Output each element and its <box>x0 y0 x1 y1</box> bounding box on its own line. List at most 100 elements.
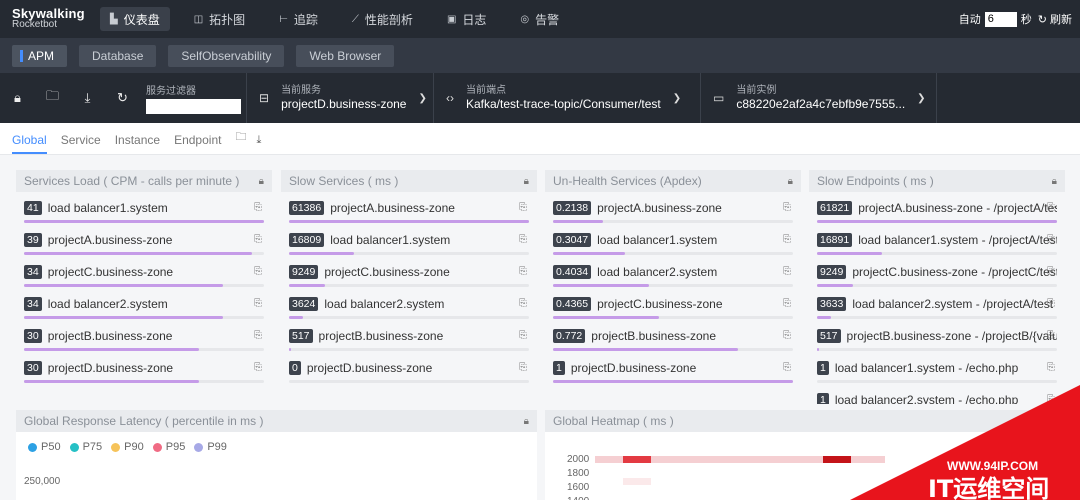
value-badge: 0.4034 <box>553 265 592 279</box>
service-selector[interactable]: ⊟ 当前服务 projectD.business-zone ❯ <box>246 73 433 123</box>
copy-icon[interactable]: ⎘ <box>254 298 262 309</box>
copy-icon[interactable]: ⎘ <box>783 266 791 277</box>
copy-icon[interactable]: ⎘ <box>519 362 527 373</box>
legend-dot-icon <box>152 442 162 452</box>
nav-label: 日志 <box>462 12 487 27</box>
chart-legend: P50 P75 P90 P95 P99 <box>16 432 537 453</box>
progress-fill <box>24 284 224 287</box>
copy-icon[interactable]: ⎘ <box>783 298 791 309</box>
refresh-interval-input[interactable] <box>984 11 1017 27</box>
nav-item-1[interactable]: ◫ 拓扑图 <box>184 7 255 31</box>
layer-tab-selfobservability[interactable]: SelfObservability <box>168 44 285 67</box>
lock-icon[interactable]: 🔒︎ <box>0 90 35 106</box>
lock-icon[interactable]: 🔒︎ <box>259 176 264 187</box>
layer-tab-apm[interactable]: APM <box>12 44 68 67</box>
tab-endpoint[interactable]: Endpoint <box>174 133 221 154</box>
folder-icon[interactable]: 🗀 <box>35 87 70 109</box>
card-title: Services Load ( CPM - calls per minute ) <box>24 174 240 188</box>
instance-selector[interactable]: ▭ 当前实例 c88220e2af2a4c7ebfb9e7555... ❯ <box>700 73 937 123</box>
copy-icon[interactable]: ⎘ <box>783 202 791 213</box>
card-title: Un-Health Services (Apdex) <box>553 174 702 188</box>
reload-icon[interactable]: ↻ <box>105 90 140 106</box>
list-item: 61821 projectA.business-zone - /projectA/… <box>817 198 1057 230</box>
item-name: projectD.business-zone <box>570 361 697 375</box>
copy-icon[interactable]: ⎘ <box>254 234 262 245</box>
layer-tab-database[interactable]: Database <box>79 44 157 67</box>
copy-icon[interactable]: ⎘ <box>254 202 262 213</box>
card-header: Slow Services ( ms ) 🔒︎ <box>281 170 537 192</box>
legend-item[interactable]: P50 <box>28 441 61 453</box>
copy-icon[interactable]: ⎘ <box>1047 362 1055 373</box>
watermark-text: IT运维空间 <box>928 475 1049 500</box>
copy-icon[interactable]: ⎘ <box>1047 202 1055 213</box>
copy-icon[interactable]: ⎘ <box>783 362 791 373</box>
copy-icon[interactable]: ⎘ <box>783 330 791 341</box>
download-icon[interactable]: ⤓ <box>256 134 261 154</box>
layer-tabs: APM Database SelfObservability Web Brows… <box>0 38 1080 73</box>
progress-track <box>553 380 793 383</box>
legend-item[interactable]: P95 <box>152 441 185 453</box>
service-filter-input[interactable] <box>146 99 241 114</box>
list-item: 30 projectD.business-zone ⎘ <box>24 358 264 390</box>
nav-item-3[interactable]: ⟋ 性能剖析 <box>342 7 423 31</box>
item-name: projectD.business-zone <box>47 361 174 375</box>
endpoint-selector[interactable]: ‹› 当前端点 Kafka/test-trace-topic/Consumer/… <box>433 73 700 123</box>
folder-icon[interactable]: 🗀 <box>235 128 246 154</box>
nav-item-2[interactable]: ⊢ 追踪 <box>269 7 328 31</box>
value-badge: 1 <box>553 361 565 375</box>
copy-icon[interactable]: ⎘ <box>254 266 262 277</box>
lock-icon[interactable]: 🔒︎ <box>1052 176 1057 187</box>
progress-track <box>289 220 529 223</box>
layer-tab-label: SelfObservability <box>181 48 272 63</box>
legend-item[interactable]: P90 <box>111 441 144 453</box>
progress-fill <box>817 348 820 351</box>
copy-icon[interactable]: ⎘ <box>519 266 527 277</box>
layer-tab-web-browser[interactable]: Web Browser <box>296 44 395 67</box>
copy-icon[interactable]: ⎘ <box>783 234 791 245</box>
list-item: 41 load balancer1.system ⎘ <box>24 198 264 230</box>
refresh-button[interactable]: ↻ 刷新 <box>1038 11 1072 27</box>
copy-icon[interactable]: ⎘ <box>519 202 527 213</box>
progress-track <box>289 252 529 255</box>
copy-icon[interactable]: ⎘ <box>254 330 262 341</box>
progress-track <box>553 348 793 351</box>
list-item: 39 projectA.business-zone ⎘ <box>24 230 264 262</box>
copy-icon[interactable]: ⎘ <box>519 298 527 309</box>
nav-item-4[interactable]: ▣ 日志 <box>437 7 496 31</box>
copy-icon[interactable]: ⎘ <box>1047 330 1055 341</box>
copy-icon[interactable]: ⎘ <box>1047 234 1055 245</box>
legend-dot-icon <box>111 442 121 452</box>
nav-item-0[interactable]: ▙ 仪表盘 <box>100 7 170 31</box>
dashboard-tabs: Global Service Instance Endpoint 🗀 ⤓ <box>0 123 1080 155</box>
copy-icon[interactable]: ⎘ <box>1047 298 1055 309</box>
progress-fill <box>817 252 882 255</box>
tab-service[interactable]: Service <box>61 133 101 154</box>
nav-item-5[interactable]: ◎ 告警 <box>510 7 569 31</box>
progress-fill <box>553 348 738 351</box>
value-badge: 3624 <box>289 297 319 311</box>
copy-icon[interactable]: ⎘ <box>519 234 527 245</box>
metric-card: Slow Endpoints ( ms ) 🔒︎ 61821 projectA.bus… <box>809 170 1065 404</box>
lock-icon[interactable]: 🔒︎ <box>524 416 529 427</box>
value-badge: 30 <box>24 361 42 375</box>
progress-track <box>817 220 1057 223</box>
refresh-label: 刷新 <box>1050 14 1072 26</box>
item-name: load balancer2.system <box>597 265 718 279</box>
value-badge: 0.772 <box>553 329 586 343</box>
list-item: 0.2138 projectA.business-zone ⎘ <box>553 198 793 230</box>
legend-item[interactable]: P75 <box>69 441 102 453</box>
nav-label: 拓扑图 <box>209 12 246 27</box>
copy-icon[interactable]: ⎘ <box>519 330 527 341</box>
instance-icon: ▭ <box>713 91 725 105</box>
progress-fill <box>24 380 200 383</box>
lock-icon[interactable]: 🔒︎ <box>524 176 529 187</box>
copy-icon[interactable]: ⎘ <box>1047 266 1055 277</box>
download-icon[interactable]: ⤓ <box>70 90 105 106</box>
copy-icon[interactable]: ⎘ <box>254 362 262 373</box>
progress-fill <box>289 284 325 287</box>
tab-instance[interactable]: Instance <box>115 133 160 154</box>
lock-icon[interactable]: 🔒︎ <box>788 176 793 187</box>
legend-item[interactable]: P99 <box>194 441 227 453</box>
tab-global[interactable]: Global <box>12 133 47 154</box>
instance-selector-value: c88220e2af2a4c7ebfb9e7555... <box>736 97 906 111</box>
